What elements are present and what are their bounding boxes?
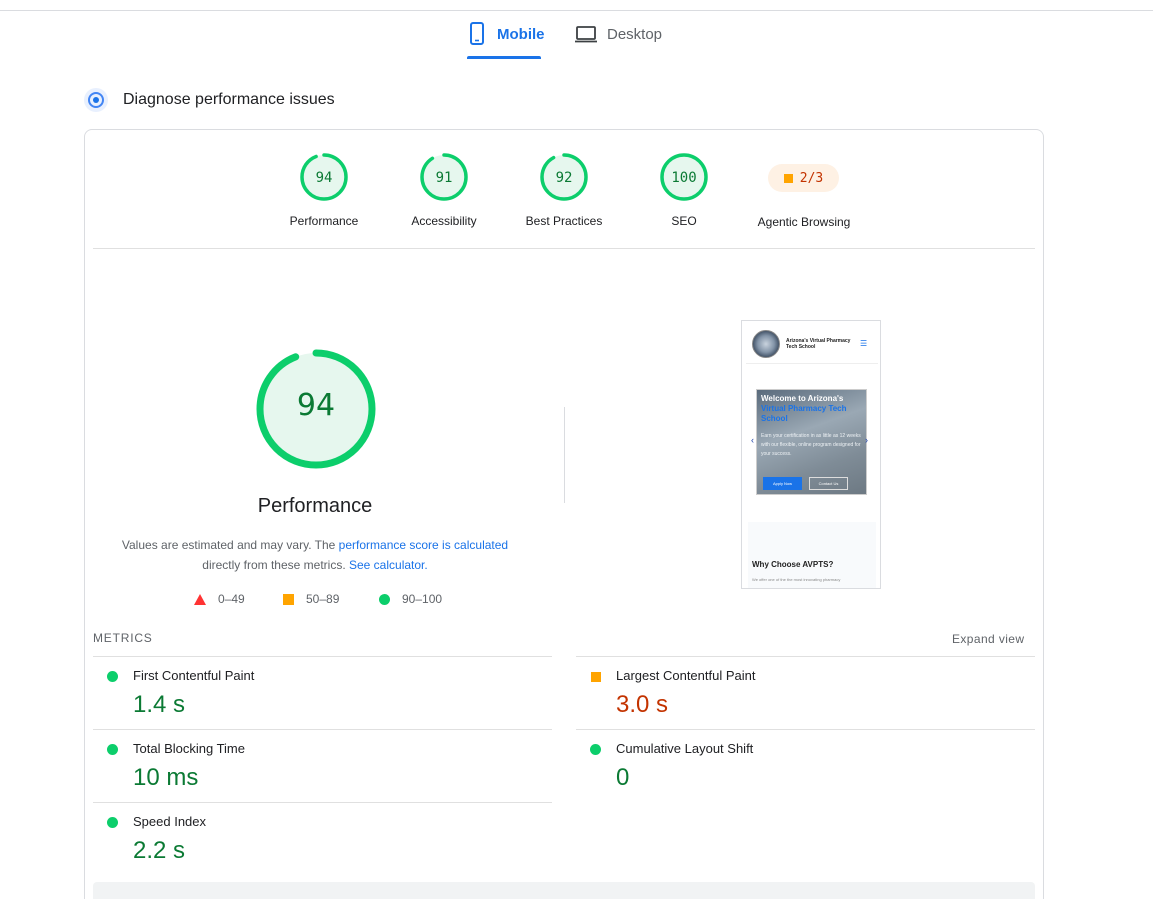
legend-fail-label: 0–49 <box>218 592 245 606</box>
accessibility-label: Accessibility <box>411 214 477 228</box>
seo-score: 100 <box>671 170 697 186</box>
metric-name: Total Blocking Time <box>133 741 245 756</box>
fail-triangle-icon <box>194 593 206 605</box>
metric-first-contentful-paint: First Contentful Paint 1.4 s <box>93 656 533 728</box>
average-square-icon <box>591 672 601 682</box>
metric-value: 1.4 s <box>133 691 186 718</box>
hero-banner: Welcome to Arizona's Virtual Pharmacy Te… <box>756 389 867 495</box>
performance-score: 94 <box>315 170 333 186</box>
best-practices-label: Best Practices <box>525 214 603 228</box>
metric-largest-contentful-paint: Largest Contentful Paint 3.0 s <box>576 656 1016 728</box>
carousel-prev-icon: ‹ <box>751 435 754 445</box>
agentic-browsing-badge[interactable]: 2/3 <box>768 164 839 192</box>
tab-mobile-label: Mobile <box>497 26 545 43</box>
gauge-accessibility[interactable]: 91 Accessibility <box>384 152 504 228</box>
average-square-icon <box>783 173 793 183</box>
see-calculator-link[interactable]: See calculator. <box>349 558 428 572</box>
accessibility-score: 91 <box>435 170 453 186</box>
performance-big-score: 94 <box>296 388 336 423</box>
hamburger-menu-icon: ☰ <box>860 339 868 348</box>
metric-name: Largest Contentful Paint <box>616 668 756 683</box>
tab-desktop-label: Desktop <box>607 26 663 43</box>
metric-value: 10 ms <box>133 764 199 791</box>
contact-us-button: Contact Us <box>809 477 848 490</box>
legend-average: 50–89 <box>283 592 339 606</box>
top-divider <box>0 10 1153 11</box>
metric-name: Speed Index <box>133 814 207 829</box>
gauge-best-practices[interactable]: 92 Best Practices <box>504 152 624 228</box>
vertical-divider <box>564 407 565 503</box>
pass-circle-icon <box>590 744 601 755</box>
apply-now-button: Apply Now <box>763 477 802 490</box>
desc-prefix: Values are estimated and may vary. The <box>121 538 339 552</box>
legend-fail: 0–49 <box>194 592 245 606</box>
diagnose-icon <box>84 88 108 112</box>
metric-name: Cumulative Layout Shift <box>616 741 754 756</box>
metric-value: 3.0 s <box>616 691 669 718</box>
tab-mobile[interactable]: Mobile <box>467 22 545 58</box>
metric-value: 2.2 s <box>133 837 186 864</box>
metric-total-blocking-time: Total Blocking Time 10 ms <box>93 729 533 801</box>
thumb-divider <box>746 363 878 364</box>
active-tab-indicator <box>467 56 541 59</box>
metric-cumulative-layout-shift: Cumulative Layout Shift 0 <box>576 729 1016 801</box>
tab-desktop[interactable]: Desktop <box>575 22 662 58</box>
mobile-icon <box>467 22 487 46</box>
gauge-performance[interactable]: 94 Performance <box>264 152 384 228</box>
hero-text: Earn your certification in as little as … <box>761 433 861 457</box>
pass-circle-icon <box>107 671 118 682</box>
site-logo <box>752 330 780 358</box>
metric-name: First Contentful Paint <box>133 668 255 683</box>
metric-speed-index: Speed Index 2.2 s <box>93 802 533 874</box>
page-screenshot-thumbnail[interactable]: Arizona's Virtual Pharmacy Tech School ☰… <box>741 320 881 589</box>
best-practices-score: 92 <box>555 170 573 186</box>
carousel-next-icon: › <box>865 435 868 445</box>
desc-middle: directly from these metrics. <box>202 558 346 572</box>
gauge-seo[interactable]: 100 SEO <box>624 152 744 228</box>
why-title: Why Choose AVPTS? <box>752 560 834 569</box>
metric-value: 0 <box>616 764 630 791</box>
legend-pass: 90–100 <box>379 592 442 606</box>
pass-circle-icon <box>379 593 390 605</box>
performance-description: Values are estimated and may vary. The p… <box>115 535 515 575</box>
hero-title-white: Welcome to Arizona's <box>761 394 844 403</box>
legend-pass-label: 90–100 <box>402 592 443 606</box>
diagnose-title: Diagnose performance issues <box>123 91 335 108</box>
expand-view-button[interactable]: Expand view <box>952 632 1024 646</box>
legend-average-label: 50–89 <box>306 592 340 606</box>
view-options-bar <box>93 882 1035 899</box>
desktop-icon <box>575 22 597 46</box>
performance-big-label: Performance <box>257 495 373 517</box>
gauges-divider <box>93 248 1035 249</box>
agentic-score: 2/3 <box>799 170 824 186</box>
site-brand: Arizona's Virtual Pharmacy Tech School <box>786 338 851 350</box>
average-square-icon <box>283 593 294 605</box>
performance-score-link[interactable]: performance score is calculated <box>339 538 508 552</box>
why-subtitle: We offer one of the the most innovating … <box>752 577 841 582</box>
performance-label: Performance <box>289 214 359 228</box>
hero-title: Welcome to Arizona's Virtual Pharmacy Te… <box>761 394 865 424</box>
pass-circle-icon <box>107 744 118 755</box>
category-gauges: 94 Performance 91 Accessibility 92 Best … <box>0 152 1153 242</box>
hero-title-blue: Virtual Pharmacy Tech School <box>761 404 847 423</box>
seo-label: SEO <box>671 214 697 228</box>
agentic-browsing-label: Agentic Browsing <box>757 215 851 229</box>
metrics-heading: METRICS <box>93 631 153 645</box>
pass-circle-icon <box>107 817 118 828</box>
